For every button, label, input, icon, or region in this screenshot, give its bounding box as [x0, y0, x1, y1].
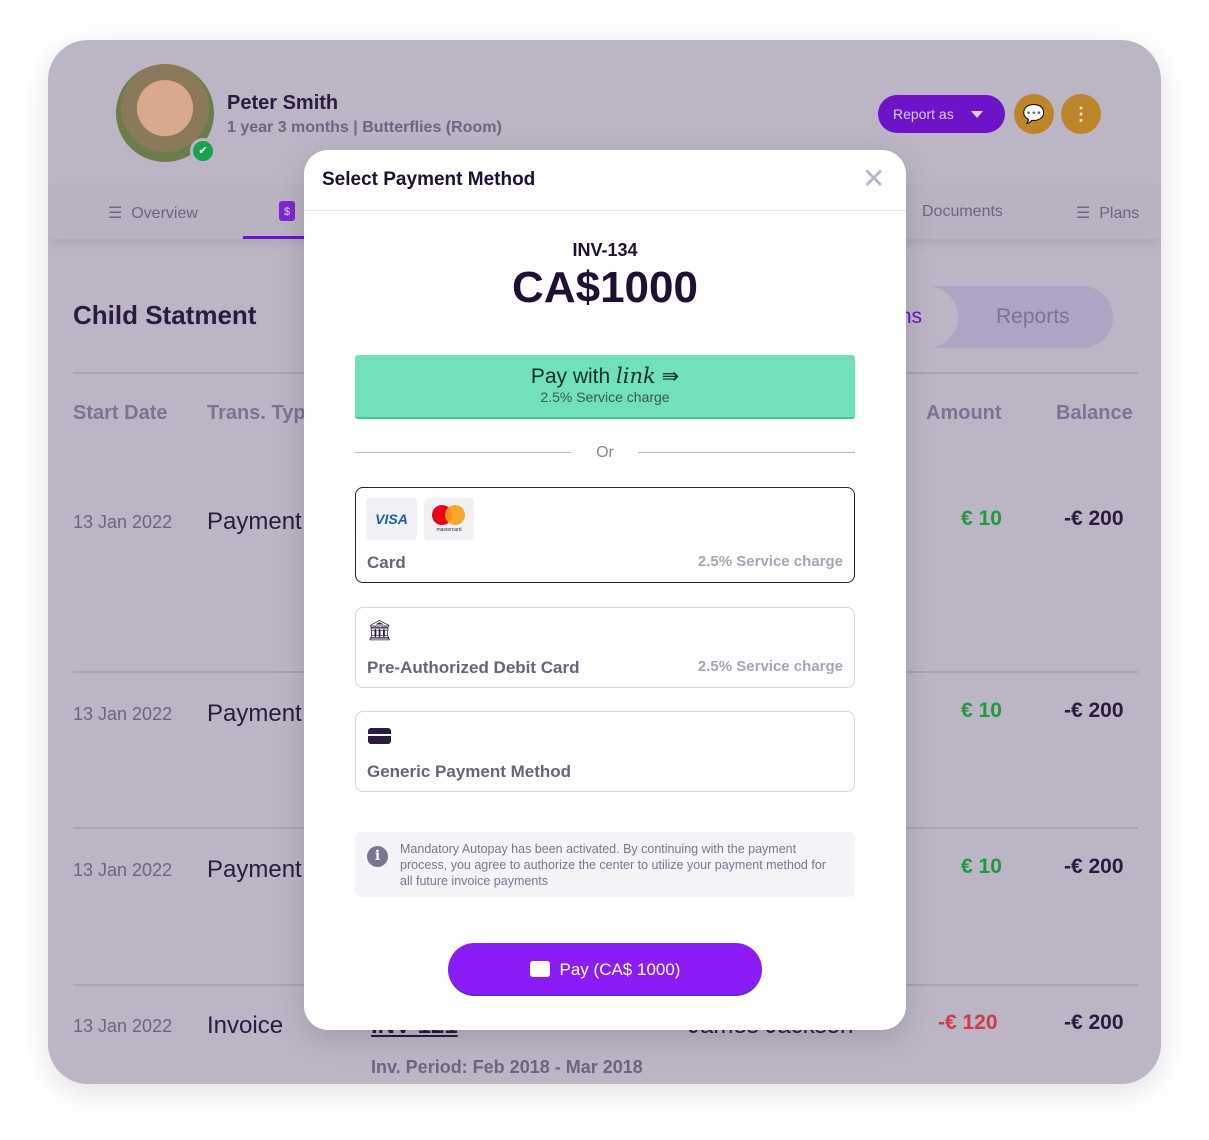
link-charge: 2.5% Service charge: [540, 389, 670, 405]
active-tab-indicator: [243, 236, 305, 239]
row-balance: -€ 200: [1064, 507, 1124, 530]
row-date: 13 Jan 2022: [73, 512, 173, 532]
tab-statement[interactable]: $: [279, 201, 295, 221]
row-type: Invoice: [207, 1012, 284, 1039]
tab-plans[interactable]: ☰ Plans: [1076, 203, 1139, 223]
option-generic-payment[interactable]: Generic Payment Method: [355, 711, 855, 792]
or-separator: Or: [596, 444, 614, 461]
section-title: Child Statment: [73, 300, 257, 330]
row-type: Payment: [207, 700, 302, 727]
mastercard-icon: mastercard: [424, 498, 474, 540]
row-balance: -€ 200: [1064, 1011, 1124, 1034]
divider: [304, 210, 906, 211]
tab-label: Plans: [1099, 205, 1140, 222]
autopay-notice: i Mandatory Autopay has been activated. …: [355, 832, 855, 897]
row-amount: € 10: [961, 507, 1002, 530]
pay-label: Pay (CA$ 1000): [559, 960, 681, 979]
verified-badge-icon: ✔: [190, 138, 216, 164]
arrow-icon: ⇛: [661, 365, 680, 388]
header-balance: Balance: [1056, 402, 1133, 424]
tab-label: Documents: [922, 203, 1003, 220]
tab-overview[interactable]: ☰ Overview: [108, 203, 198, 223]
payment-method-modal: Select Payment Method ✕ INV-134 CA$1000 …: [304, 150, 906, 1030]
header-start-date: Start Date: [73, 402, 168, 424]
bank-icon: 🏛: [367, 620, 393, 642]
room: Butterflies (Room): [362, 119, 502, 136]
pay-button[interactable]: Pay (CA$ 1000): [448, 943, 762, 996]
invoice-icon: $: [283, 206, 291, 218]
toggle-reports[interactable]: Reports: [996, 286, 1070, 348]
row-type: Payment: [207, 856, 302, 883]
chat-button[interactable]: 💬: [1014, 94, 1054, 134]
notice-text: Mandatory Autopay has been activated. By…: [400, 842, 826, 888]
chat-icon: 💬: [1022, 104, 1046, 124]
separator: |: [353, 119, 358, 136]
link-logo: link: [616, 364, 656, 388]
report-as-label: Report as: [893, 106, 954, 122]
option-pre-authorized-debit[interactable]: 🏛 Pre-Authorized Debit Card 2.5% Service…: [355, 607, 855, 688]
info-icon: i: [367, 846, 388, 867]
report-as-dropdown[interactable]: Report as: [878, 95, 1005, 133]
invoice-number: INV-134: [572, 240, 638, 260]
link-title: Pay with link ⇛: [355, 364, 855, 389]
row-balance: -€ 200: [1064, 699, 1124, 722]
tab-label: Overview: [131, 205, 198, 222]
row-amount: -€ 120: [938, 1011, 998, 1034]
wallet-icon: [529, 961, 550, 977]
option-card[interactable]: VISA mastercard Card 2.5% Service charge: [355, 487, 855, 583]
row-date: 13 Jan 2022: [73, 704, 173, 724]
age: 1 year 3 months: [227, 119, 349, 136]
row-date: 13 Jan 2022: [73, 1016, 173, 1036]
close-icon[interactable]: ✕: [862, 162, 885, 195]
row-amount: € 10: [961, 855, 1002, 878]
caret-down-icon: [971, 111, 983, 118]
visa-icon: VISA: [366, 498, 417, 540]
child-name: Peter Smith: [227, 92, 339, 114]
option-label: Generic Payment Method: [367, 762, 572, 781]
list-icon: ☰: [108, 205, 123, 222]
header-trans-type: Trans. Typ: [207, 402, 306, 424]
row-period: Inv. Period: Feb 2018 - Mar 2018: [371, 1057, 643, 1077]
row-balance: -€ 200: [1064, 855, 1124, 878]
header-amount: Amount: [926, 402, 1002, 424]
modal-title: Select Payment Method: [322, 169, 536, 190]
mastercard-text: mastercard: [436, 527, 462, 533]
option-label: Pre-Authorized Debit Card: [367, 658, 580, 677]
tab-documents[interactable]: Documents: [922, 203, 1003, 221]
option-charge: 2.5% Service charge: [697, 553, 843, 570]
option-charge: 2.5% Service charge: [697, 658, 843, 675]
pay-with-link-button[interactable]: Pay with link ⇛ 2.5% Service charge: [355, 355, 855, 419]
plans-icon: ☰: [1076, 205, 1091, 222]
more-vertical-icon: ⋮: [1072, 104, 1090, 124]
link-prefix: Pay with: [530, 365, 611, 388]
more-button[interactable]: ⋮: [1061, 94, 1101, 134]
option-label: Card: [367, 553, 406, 572]
child-details: 1 year 3 months | Butterflies (Room): [227, 119, 502, 137]
row-amount: € 10: [961, 699, 1002, 722]
row-date: 13 Jan 2022: [73, 860, 173, 880]
credit-card-icon: [368, 728, 391, 744]
row-type: Payment: [207, 508, 302, 535]
invoice-amount: CA$1000: [512, 263, 698, 312]
